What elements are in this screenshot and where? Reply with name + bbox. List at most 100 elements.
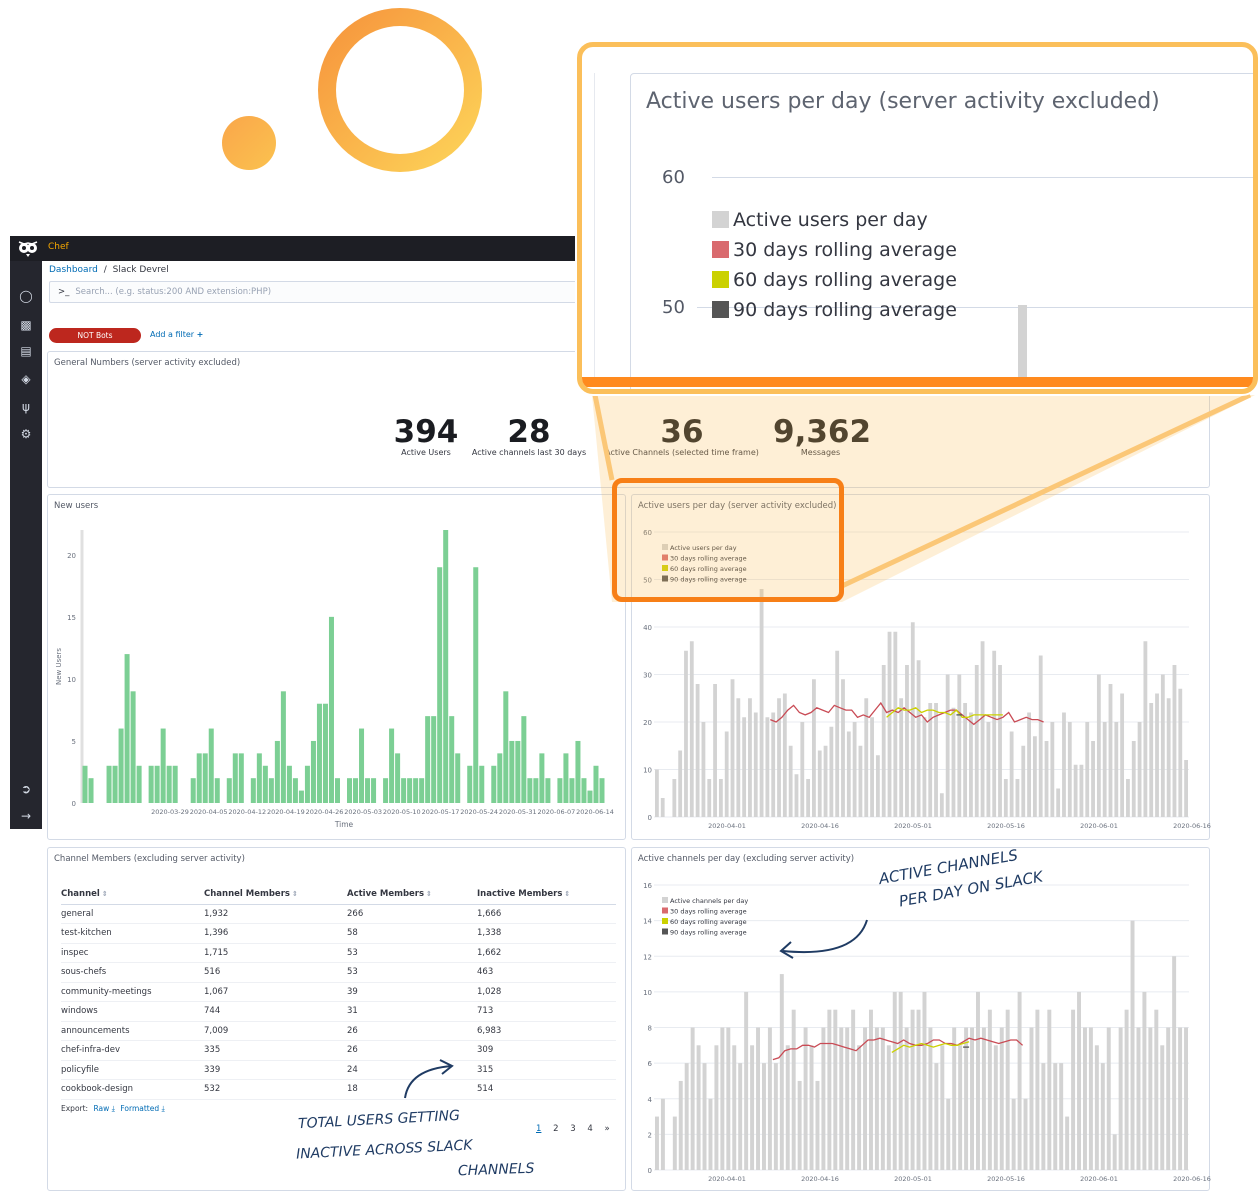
bar	[431, 716, 437, 803]
page-2-link[interactable]: 2	[553, 1124, 558, 1134]
bar	[1137, 722, 1142, 817]
bar	[655, 1116, 659, 1170]
chart-icon[interactable]: ▩	[18, 317, 34, 333]
bar	[1047, 1009, 1052, 1170]
sort-icon[interactable]: ⇕	[292, 890, 298, 898]
add-filter-link[interactable]: Add a filter +	[150, 330, 203, 339]
zoom-bottom-border	[582, 377, 1253, 387]
page-3-link[interactable]: 3	[570, 1124, 575, 1134]
bar	[1143, 641, 1148, 817]
bar	[154, 765, 160, 803]
bar	[1114, 722, 1119, 817]
y-tick-label: 20	[67, 552, 76, 560]
bar	[851, 1009, 856, 1170]
bar	[846, 731, 851, 817]
wrench-icon[interactable]: ψ	[18, 399, 34, 415]
col-header-active-members[interactable]: Active Members ⇕	[347, 885, 477, 905]
bar	[899, 698, 904, 817]
next-page-link[interactable]: »	[605, 1124, 610, 1134]
bar	[797, 1080, 802, 1170]
search-input[interactable]: >_ Search... (e.g. status:200 AND extensi…	[49, 281, 609, 303]
table-row: general 1,932 266 1,666	[61, 904, 616, 924]
bar	[823, 745, 828, 817]
arrow-right-icon[interactable]: →	[18, 808, 34, 824]
dashboard-icon[interactable]: ▤	[18, 343, 34, 359]
bar	[750, 1045, 755, 1170]
bar	[1021, 745, 1026, 817]
page-1-link[interactable]: 1	[536, 1124, 541, 1134]
bar	[238, 753, 244, 803]
bar	[730, 679, 735, 817]
bar	[773, 1063, 778, 1170]
table-cell: 1,067	[204, 982, 347, 1002]
bar	[1131, 741, 1136, 817]
bar	[1032, 736, 1037, 817]
bar	[1108, 684, 1113, 817]
table-cell: 1,662	[477, 943, 616, 963]
bar	[765, 717, 770, 817]
bar	[969, 712, 973, 817]
x-tick-label: 2020-04-19	[267, 808, 305, 816]
bar	[839, 1027, 844, 1170]
bar	[1065, 1116, 1070, 1170]
bar	[660, 1098, 665, 1170]
bar	[437, 567, 443, 803]
bar	[970, 1027, 974, 1170]
bar	[1073, 764, 1078, 817]
bar	[581, 778, 587, 803]
compass-icon[interactable]: ◯	[18, 288, 34, 304]
bar	[720, 1027, 725, 1170]
table-cell: 514	[477, 1079, 616, 1100]
sort-icon[interactable]: ⇕	[102, 890, 108, 898]
bar	[527, 778, 533, 803]
new-users-chart[interactable]: 05101520New Users2020-03-29 2020-04-05 202…	[48, 495, 627, 841]
bar	[999, 1027, 1004, 1170]
bar	[407, 778, 413, 803]
bar	[515, 740, 521, 803]
export-label: Export:	[61, 1104, 89, 1113]
bar	[835, 650, 840, 817]
legend-swatch	[662, 928, 668, 935]
breadcrumb-dashboard-link[interactable]: Dashboard	[49, 265, 98, 275]
sort-icon[interactable]: ⇕	[426, 890, 432, 898]
bar	[545, 778, 551, 803]
bar	[1130, 920, 1135, 1170]
table-cell: 1,932	[204, 904, 347, 924]
zoom-legend-item[interactable]: 60 days rolling average	[712, 269, 957, 291]
logout-icon[interactable]: ➲	[18, 781, 34, 797]
col-header-inactive-members[interactable]: Inactive Members ⇕	[477, 885, 616, 905]
zoom-legend-item[interactable]: 90 days rolling average	[712, 299, 957, 321]
bar	[958, 1045, 963, 1170]
bar	[987, 1009, 992, 1170]
table-cell: 26	[347, 1021, 477, 1041]
app-name[interactable]: Chef	[48, 242, 69, 252]
export-raw-link[interactable]: Raw ⤓	[93, 1104, 115, 1113]
owl-logo-icon[interactable]	[18, 239, 38, 259]
bar	[701, 722, 706, 817]
x-tick-label: 2020-05-01	[894, 1175, 932, 1183]
bar	[533, 778, 539, 803]
y-tick-label: 14	[643, 918, 652, 926]
bar	[744, 991, 749, 1170]
export-formatted-link[interactable]: Formatted ⤓	[120, 1104, 164, 1113]
col-header-channel-members[interactable]: Channel Members ⇕	[204, 885, 347, 905]
table-cell: 744	[204, 1001, 347, 1022]
filter-pill-not-bots[interactable]: NOT Bots	[49, 328, 141, 343]
bar	[794, 774, 799, 817]
shield-icon[interactable]: ◈	[18, 371, 34, 387]
export-bar: Export: Raw ⤓ Formatted ⤓	[61, 1104, 165, 1114]
bar	[939, 793, 944, 817]
zoom-legend-item[interactable]: Active users per day	[712, 209, 928, 231]
bar	[310, 740, 316, 803]
export-raw-label: Raw	[93, 1104, 110, 1113]
legend-label: 90 days rolling average	[670, 929, 747, 937]
page-4-link[interactable]: 4	[587, 1124, 592, 1134]
download-icon: ⤓	[111, 1104, 115, 1113]
col-header-channel[interactable]: Channel ⇕	[61, 885, 204, 905]
sort-icon[interactable]: ⇕	[564, 890, 570, 898]
zoom-legend-item[interactable]: 30 days rolling average	[712, 239, 957, 261]
y-tick-label: 0	[648, 1167, 652, 1175]
bar	[858, 745, 863, 817]
gear-icon[interactable]: ⚙	[18, 426, 34, 442]
bar	[503, 691, 509, 803]
